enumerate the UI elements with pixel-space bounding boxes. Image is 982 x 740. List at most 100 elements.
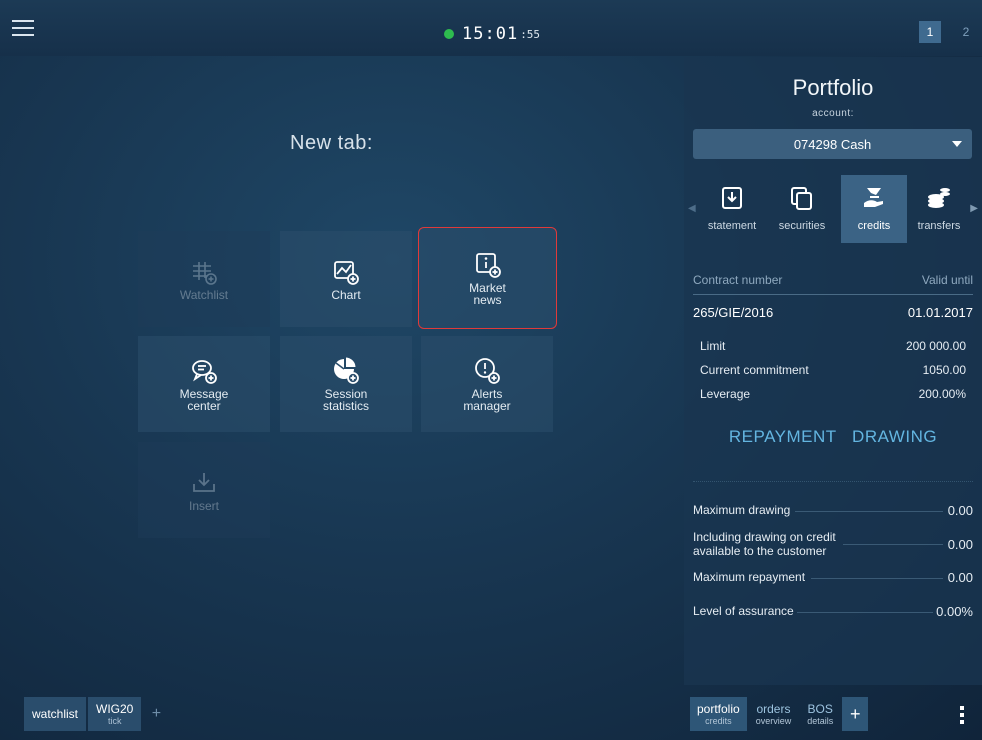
statement-icon	[722, 187, 742, 209]
detail-value: 200.00%	[918, 387, 966, 401]
leader-line	[795, 511, 943, 512]
clock-seconds: :55	[520, 27, 541, 41]
pie-add-icon	[334, 357, 359, 384]
tile-message-center[interactable]: Message center	[138, 336, 270, 432]
section-label: statement	[707, 220, 757, 232]
top-bar: 15:01 :55 1 2	[0, 0, 982, 56]
connection-status-dot	[444, 29, 454, 39]
summary-level-of-assurance: Level of assurance 0.00%	[693, 604, 973, 620]
bottom-right-tabbar: portfolio credits orders overview BOS de…	[690, 697, 869, 731]
tab-sublabel: tick	[107, 716, 122, 726]
clock: 15:01 :55	[444, 24, 540, 44]
credits-table-header: Contract number Valid until	[693, 273, 973, 295]
section-credits[interactable]: credits	[841, 175, 907, 243]
watchlist-add-icon	[193, 262, 217, 285]
add-tab-button[interactable]: +	[842, 697, 869, 731]
alert-add-icon	[475, 358, 500, 384]
detail-current-commitment: Current commitment 1050.00	[700, 363, 966, 377]
summary-including-drawing: Including drawing on credit available to…	[693, 530, 973, 560]
bottom-left-tabbar: watchlist WIG20 tick +	[24, 697, 169, 731]
section-securities[interactable]: securities	[769, 175, 835, 243]
tab-label: orders	[756, 702, 791, 716]
new-tab-title: New tab:	[290, 132, 373, 154]
tab-watchlist[interactable]: watchlist	[24, 697, 87, 731]
account-value: 074298 Cash	[793, 136, 872, 152]
section-label: credits	[857, 220, 891, 232]
workspace-2-button[interactable]: 2	[955, 21, 977, 43]
tile-label: Watchlist	[179, 288, 229, 302]
section-transfers[interactable]: transfers	[911, 175, 967, 243]
section-strip: ◀ statement securities credits transfers	[684, 175, 982, 245]
tile-market-news[interactable]: Market news	[418, 227, 557, 329]
section-statement[interactable]: statement	[699, 175, 765, 243]
portfolio-title: Portfolio	[792, 75, 874, 100]
detail-leverage: Leverage 200.00%	[700, 387, 966, 401]
tab-bos-details[interactable]: BOS details	[800, 697, 840, 731]
portfolio-panel: Portfolio account: 074298 Cash ◀ stateme…	[684, 57, 982, 685]
summary-label: Maximum repayment	[693, 570, 806, 584]
detail-label: Current commitment	[700, 363, 809, 377]
divider	[693, 481, 973, 482]
leader-line	[797, 612, 933, 613]
summary-label-line2: available to the customer	[693, 544, 827, 558]
summary-value: 0.00	[947, 537, 973, 552]
summary-maximum-repayment: Maximum repayment 0.00	[693, 570, 973, 586]
info-add-icon	[475, 253, 501, 278]
caret-down-icon	[952, 141, 962, 147]
menu-icon[interactable]	[12, 20, 34, 38]
drawing-button[interactable]: DRAWING	[852, 427, 937, 446]
tile-label: Insert	[188, 499, 219, 513]
summary-value: 0.00	[947, 503, 973, 518]
contract-row[interactable]: 265/GIE/2016 01.01.2017	[693, 305, 973, 320]
summary-label: Level of assurance	[693, 604, 794, 618]
tile-watchlist[interactable]: Watchlist	[138, 231, 270, 327]
summary-label: Maximum drawing	[693, 503, 791, 517]
summary-label-line1: Including drawing on credit	[693, 530, 836, 544]
securities-icon	[791, 187, 812, 210]
tab-label: watchlist	[32, 707, 79, 721]
tab-label: portfolio	[697, 702, 740, 716]
contract-number-header: Contract number	[693, 273, 783, 287]
tab-portfolio-credits[interactable]: portfolio credits	[690, 697, 747, 731]
detail-label: Limit	[700, 339, 726, 353]
tile-insert[interactable]: Insert	[138, 442, 270, 538]
tile-chart[interactable]: Chart	[280, 231, 412, 327]
credits-hand-icon	[864, 188, 883, 207]
add-tab-button[interactable]: +	[143, 697, 169, 731]
chart-add-icon	[334, 261, 359, 285]
tab-label: BOS	[807, 702, 833, 716]
detail-value: 200 000.00	[905, 339, 966, 353]
summary-value: 0.00%	[936, 604, 973, 619]
tile-label: Chart	[331, 288, 361, 302]
tab-sublabel: overview	[755, 716, 792, 726]
tab-orders-overview[interactable]: orders overview	[749, 697, 799, 731]
coins-icon	[928, 188, 950, 208]
workspace-1-button[interactable]: 1	[919, 21, 941, 43]
download-tray-icon	[193, 473, 215, 492]
tile-label-line2: statistics	[322, 399, 369, 413]
chevron-left-icon[interactable]: ◀	[688, 203, 696, 214]
tile-label-line2: manager	[463, 399, 511, 413]
detail-value: 1050.00	[922, 363, 966, 377]
tile-session-statistics[interactable]: Session statistics	[280, 336, 412, 432]
section-label: securities	[778, 220, 826, 232]
tile-label-line2: center	[187, 399, 221, 413]
tab-label: WIG20	[96, 702, 134, 716]
account-select[interactable]: 074298 Cash	[693, 129, 972, 159]
tab-wig20-tick[interactable]: WIG20 tick	[88, 697, 142, 731]
message-add-icon	[192, 360, 217, 384]
detail-limit: Limit 200 000.00	[700, 339, 966, 353]
clock-hours-minutes: 15:01	[462, 24, 519, 44]
leader-line	[843, 544, 943, 545]
tile-label-line2: news	[473, 293, 502, 307]
chevron-right-icon[interactable]: ▶	[970, 203, 978, 214]
contract-valid-until: 01.01.2017	[907, 305, 973, 320]
section-label: transfers	[917, 220, 961, 232]
tile-alerts-manager[interactable]: Alerts manager	[421, 336, 553, 432]
account-label: account:	[812, 108, 854, 119]
more-options-icon[interactable]	[960, 706, 966, 724]
contract-number: 265/GIE/2016	[693, 305, 774, 320]
repayment-button[interactable]: REPAYMENT	[729, 427, 836, 446]
summary-value: 0.00	[947, 570, 973, 585]
leader-line	[811, 578, 943, 579]
